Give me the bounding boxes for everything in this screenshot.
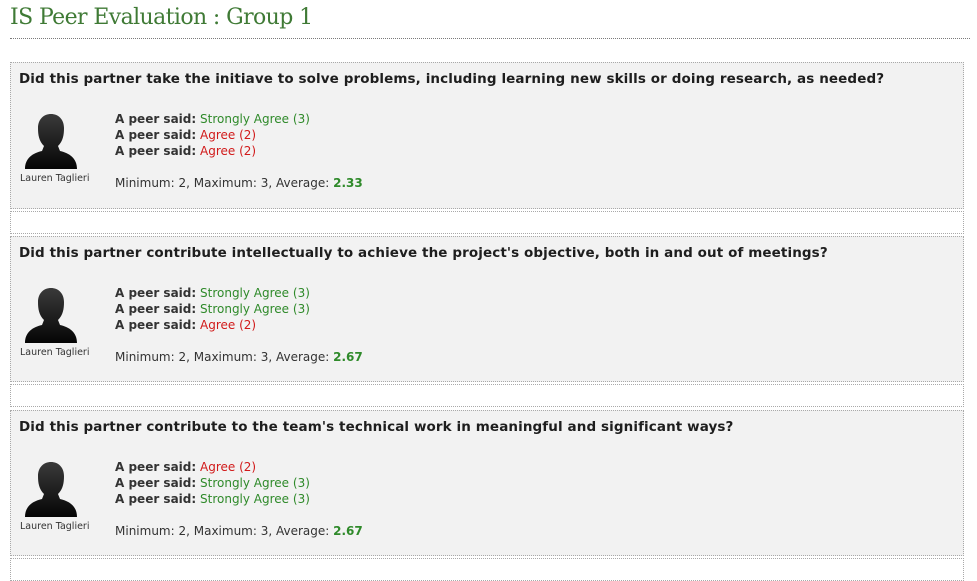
response-item: A peer said: Strongly Agree (3) [115,111,310,127]
average-score: 2.67 [333,350,363,364]
title-divider [10,38,970,39]
average-score: 2.33 [333,176,363,190]
evaluation-card: Did this partner contribute to the team'… [10,410,964,556]
response-list: A peer said: Strongly Agree (3) A peer s… [115,285,310,333]
user-silhouette-icon [23,113,79,169]
response-answer: Agree (2) [200,460,257,474]
response-answer: Agree (2) [200,318,257,332]
response-list: A peer said: Agree (2) A peer said: Stro… [115,459,310,507]
response-item: A peer said: Agree (2) [115,317,310,333]
score-summary: Minimum: 2, Maximum: 3, Average: 2.67 [115,524,363,538]
response-prefix: A peer said: [115,492,197,506]
page-title: IS Peer Evaluation : Group 1 [10,5,313,30]
response-answer: Strongly Agree (3) [200,302,310,316]
question-text: Did this partner take the initiave to so… [19,71,885,87]
score-summary-label: Minimum: 2, Maximum: 3, Average: [115,176,330,190]
card-separator [10,211,964,234]
response-item: A peer said: Strongly Agree (3) [115,285,310,301]
peer-name: Lauren Taglieri [20,173,90,184]
response-prefix: A peer said: [115,476,197,490]
response-item: A peer said: Strongly Agree (3) [115,491,310,507]
response-answer: Agree (2) [200,128,257,142]
response-prefix: A peer said: [115,112,197,126]
response-prefix: A peer said: [115,128,197,142]
response-item: A peer said: Strongly Agree (3) [115,301,310,317]
response-prefix: A peer said: [115,286,197,300]
response-answer: Strongly Agree (3) [200,476,310,490]
average-score: 2.67 [333,524,363,538]
response-answer: Strongly Agree (3) [200,492,310,506]
response-prefix: A peer said: [115,318,197,332]
score-summary: Minimum: 2, Maximum: 3, Average: 2.33 [115,176,363,190]
card-separator [10,384,964,407]
user-silhouette-icon [23,461,79,517]
response-answer: Agree (2) [200,144,257,158]
response-item: A peer said: Agree (2) [115,127,310,143]
peer-evaluation-page: IS Peer Evaluation : Group 1 Did this pa… [0,0,977,581]
response-prefix: A peer said: [115,460,197,474]
response-item: A peer said: Strongly Agree (3) [115,475,310,491]
response-answer: Strongly Agree (3) [200,286,310,300]
peer-name: Lauren Taglieri [20,521,90,532]
response-item: A peer said: Agree (2) [115,143,310,159]
user-silhouette-icon [23,287,79,343]
question-text: Did this partner contribute to the team'… [19,419,734,435]
evaluation-card: Did this partner take the initiave to so… [10,62,964,209]
score-summary: Minimum: 2, Maximum: 3, Average: 2.67 [115,350,363,364]
response-answer: Strongly Agree (3) [200,112,310,126]
response-prefix: A peer said: [115,144,197,158]
peer-name: Lauren Taglieri [20,347,90,358]
response-list: A peer said: Strongly Agree (3) A peer s… [115,111,310,159]
score-summary-label: Minimum: 2, Maximum: 3, Average: [115,524,330,538]
evaluation-card: Did this partner contribute intellectual… [10,236,964,382]
question-text: Did this partner contribute intellectual… [19,245,828,261]
card-separator [10,558,964,581]
response-prefix: A peer said: [115,302,197,316]
score-summary-label: Minimum: 2, Maximum: 3, Average: [115,350,330,364]
response-item: A peer said: Agree (2) [115,459,310,475]
